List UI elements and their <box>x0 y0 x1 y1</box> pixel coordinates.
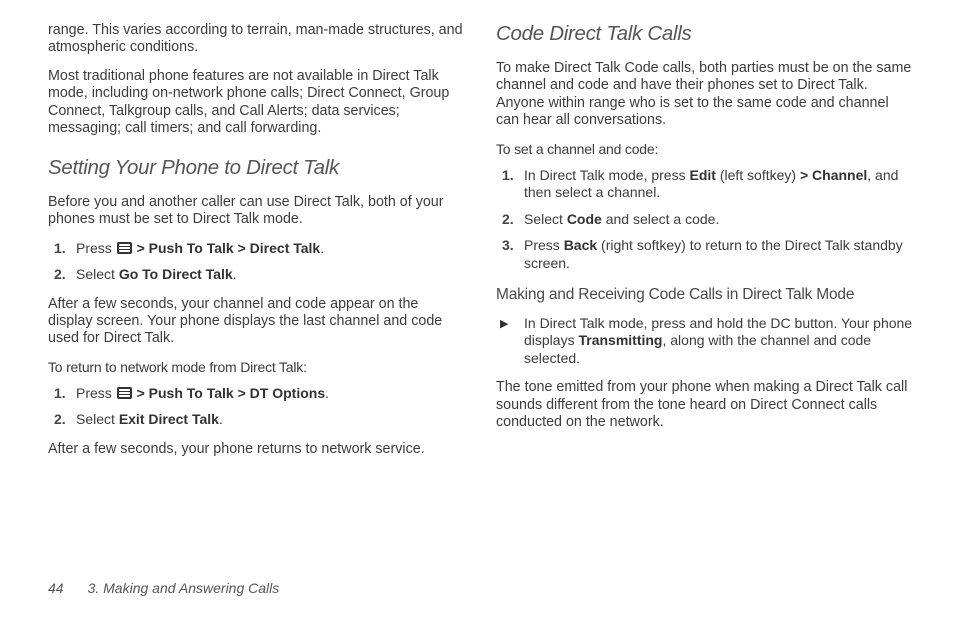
separator-gt: > <box>800 167 812 183</box>
list-item: Press Back (right softkey) to return to … <box>496 237 914 272</box>
bold-text: DT Options <box>250 385 325 401</box>
menu-icon <box>117 387 132 399</box>
paragraph: Most traditional phone features are not … <box>48 68 466 138</box>
separator-gt: > <box>234 240 250 256</box>
triangle-bullet-icon: ▶ <box>500 318 508 332</box>
page-number: 44 <box>48 580 64 596</box>
paragraph: range. This varies according to terrain,… <box>48 22 466 57</box>
text: and select a code. <box>602 211 720 227</box>
paragraph: After a few seconds, your phone returns … <box>48 441 466 458</box>
text: (left softkey) <box>716 167 800 183</box>
paragraph: Before you and another caller can use Di… <box>48 194 466 229</box>
list-item: Select Go To Direct Talk. <box>48 266 466 284</box>
list-item: Press > Push To Talk > Direct Talk. <box>48 240 466 258</box>
bullet-list: ▶ In Direct Talk mode, press and hold th… <box>496 315 914 368</box>
separator-gt: > <box>133 385 149 401</box>
bold-text: Edit <box>689 167 715 183</box>
list-item: Press > Push To Talk > DT Options. <box>48 385 466 403</box>
bold-text: Push To Talk <box>149 385 234 401</box>
text: . <box>219 411 223 427</box>
text: Press <box>524 237 564 253</box>
heading-code-direct-talk: Code Direct Talk Calls <box>496 22 914 46</box>
text: In Direct Talk mode, press <box>524 167 689 183</box>
chapter-title: 3. Making and Answering Calls <box>88 580 280 596</box>
bold-text: Channel <box>812 167 867 183</box>
text: Select <box>76 266 119 282</box>
ordered-list: In Direct Talk mode, press Edit (left so… <box>496 167 914 273</box>
bold-text: Back <box>564 237 597 253</box>
paragraph: After a few seconds, your channel and co… <box>48 296 466 348</box>
ordered-list: Press > Push To Talk > Direct Talk. Sele… <box>48 240 466 284</box>
intro-text: To set a channel and code: <box>496 141 914 157</box>
paragraph: To make Direct Talk Code calls, both par… <box>496 60 914 130</box>
bold-text: Code <box>567 211 602 227</box>
page-footer: 44 3. Making and Answering Calls <box>48 580 279 596</box>
separator-gt: > <box>234 385 250 401</box>
text: Select <box>76 411 119 427</box>
text: Select <box>524 211 567 227</box>
right-column: Code Direct Talk Calls To make Direct Ta… <box>496 22 914 469</box>
bold-text: Transmitting <box>578 332 662 348</box>
separator-gt: > <box>133 240 149 256</box>
list-item: ▶ In Direct Talk mode, press and hold th… <box>496 315 914 368</box>
text: Press <box>76 385 116 401</box>
bold-text: Direct Talk <box>250 240 321 256</box>
list-item: In Direct Talk mode, press Edit (left so… <box>496 167 914 202</box>
page-body: range. This varies according to terrain,… <box>0 0 954 479</box>
text: . <box>325 385 329 401</box>
text: Press <box>76 240 116 256</box>
list-item: Select Exit Direct Talk. <box>48 411 466 429</box>
bold-text: Exit Direct Talk <box>119 411 219 427</box>
text: . <box>233 266 237 282</box>
heading-setting-direct-talk: Setting Your Phone to Direct Talk <box>48 156 466 180</box>
ordered-list: Press > Push To Talk > DT Options. Selec… <box>48 385 466 429</box>
bold-text: Push To Talk <box>149 240 234 256</box>
menu-icon <box>117 242 132 254</box>
bold-text: Go To Direct Talk <box>119 266 233 282</box>
intro-text: To return to network mode from Direct Ta… <box>48 359 466 375</box>
list-item: Select Code and select a code. <box>496 211 914 229</box>
paragraph: The tone emitted from your phone when ma… <box>496 379 914 431</box>
heading-making-receiving-code-calls: Making and Receiving Code Calls in Direc… <box>496 285 914 304</box>
left-column: range. This varies according to terrain,… <box>48 22 466 469</box>
text: . <box>320 240 324 256</box>
